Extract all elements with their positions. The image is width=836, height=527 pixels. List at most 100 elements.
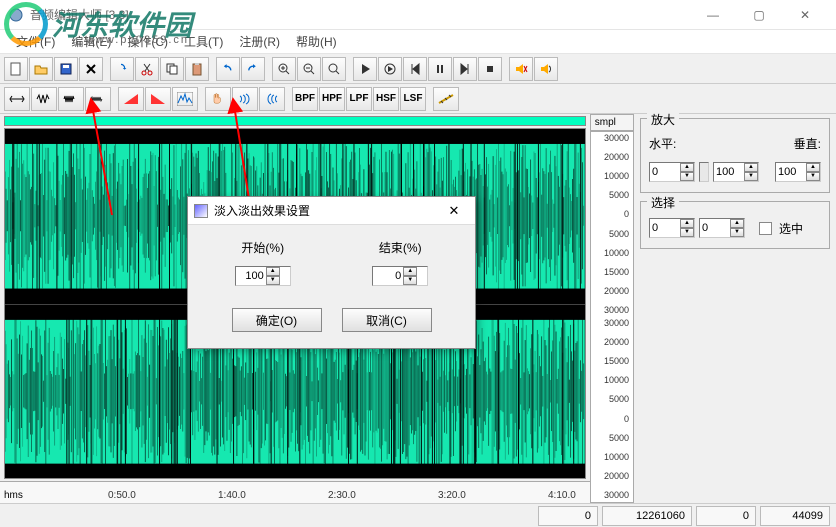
skip-back-button[interactable] — [403, 57, 427, 81]
spin-up-icon[interactable]: ▲ — [403, 267, 417, 276]
new-button[interactable] — [4, 57, 28, 81]
spin-down-icon[interactable]: ▼ — [680, 228, 694, 237]
horiz-zoom-max[interactable]: ▲▼ — [713, 162, 759, 182]
effect-reverb-button[interactable] — [259, 87, 285, 111]
delete-button[interactable] — [79, 57, 103, 81]
app-icon — [8, 7, 24, 23]
zoom-fit-button[interactable] — [322, 57, 346, 81]
dialog-close-button[interactable]: ✕ — [439, 203, 469, 219]
spin-down-icon[interactable]: ▼ — [266, 276, 280, 285]
fade-in-button[interactable] — [118, 87, 144, 111]
loop-button[interactable] — [378, 57, 402, 81]
sel-checkbox[interactable] — [759, 222, 772, 235]
sel-to-field[interactable] — [700, 221, 730, 235]
end-input[interactable]: ▲▼ — [372, 266, 428, 286]
filter-hsf-button[interactable]: HSF — [373, 87, 399, 111]
minimize-button[interactable]: — — [690, 0, 736, 30]
overview-bar[interactable] — [4, 116, 586, 126]
amplitude-scale: smpl 30000 20000 10000 5000 0 5000 10000… — [590, 114, 634, 503]
spin-up-icon[interactable]: ▲ — [744, 163, 758, 172]
menu-operate[interactable]: 操作(C) — [119, 30, 176, 53]
scale-tick: 5000 — [595, 230, 629, 239]
start-input[interactable]: ▲▼ — [235, 266, 291, 286]
speaker-button[interactable] — [534, 57, 558, 81]
effect-wave1-button[interactable] — [31, 87, 57, 111]
zoom-out-button[interactable] — [297, 57, 321, 81]
menu-register[interactable]: 注册(R) — [231, 30, 288, 53]
menu-help[interactable]: 帮助(H) — [288, 30, 345, 53]
redo-button[interactable] — [241, 57, 265, 81]
undo2-button[interactable] — [216, 57, 240, 81]
spin-down-icon[interactable]: ▼ — [744, 172, 758, 181]
spin-up-icon[interactable]: ▲ — [266, 267, 280, 276]
spin-up-icon[interactable]: ▲ — [680, 219, 694, 228]
skip-forward-button[interactable] — [453, 57, 477, 81]
vert-sublabel: 垂直: — [794, 135, 821, 152]
horiz-zoom-field[interactable] — [650, 165, 680, 179]
cancel-button[interactable]: 取消(C) — [342, 308, 432, 332]
filter-hpf-button[interactable]: HPF — [319, 87, 345, 111]
scale-tick: 30000 — [595, 306, 629, 315]
window-title: 音频编辑大师 [3.3] — [30, 6, 690, 23]
play-button[interactable] — [353, 57, 377, 81]
sel-from-field[interactable] — [650, 221, 680, 235]
spin-down-icon[interactable]: ▼ — [730, 228, 744, 237]
paste-button[interactable] — [185, 57, 209, 81]
spin-up-icon[interactable]: ▲ — [806, 163, 820, 172]
spin-down-icon[interactable]: ▼ — [806, 172, 820, 181]
status-cell-2: 12261060 — [602, 506, 692, 526]
time-tick: 1:40.0 — [218, 490, 246, 501]
spin-down-icon[interactable]: ▼ — [403, 276, 417, 285]
filter-bpf-button[interactable]: BPF — [292, 87, 318, 111]
sel-checkbox-label: 选中 — [779, 220, 803, 237]
effect-wave2-button[interactable] — [58, 87, 84, 111]
effect-eq-button[interactable] — [433, 87, 459, 111]
end-field[interactable] — [373, 269, 403, 283]
time-tick: 0:50.0 — [108, 490, 136, 501]
status-cell-4: 44099 — [760, 506, 830, 526]
ok-button[interactable]: 确定(O) — [232, 308, 322, 332]
undo-button[interactable] — [110, 57, 134, 81]
cut-button[interactable] — [135, 57, 159, 81]
spin-up-icon[interactable]: ▲ — [730, 219, 744, 228]
menu-edit[interactable]: 编辑(E) — [63, 30, 119, 53]
statusbar: 0 12261060 0 44099 — [0, 503, 836, 527]
sel-from-input[interactable]: ▲▼ — [649, 218, 695, 238]
sel-to-input[interactable]: ▲▼ — [699, 218, 745, 238]
horiz-zoom-max-field[interactable] — [714, 165, 744, 179]
dialog-titlebar[interactable]: 淡入淡出效果设置 ✕ — [188, 197, 475, 225]
time-tick: 3:20.0 — [438, 490, 466, 501]
horiz-zoom-input[interactable]: ▲▼ — [649, 162, 695, 182]
fade-out-button[interactable] — [145, 87, 171, 111]
effect-stretch-button[interactable] — [4, 87, 30, 111]
vert-zoom-field[interactable] — [776, 165, 806, 179]
effect-hand-button[interactable] — [205, 87, 231, 111]
spin-down-icon[interactable]: ▼ — [680, 172, 694, 181]
selection-group: 选择 ▲▼ ▲▼ 选中 — [640, 201, 830, 249]
effect-echo-button[interactable] — [232, 87, 258, 111]
open-button[interactable] — [29, 57, 53, 81]
vert-zoom-input[interactable]: ▲▼ — [775, 162, 821, 182]
effect-env-button[interactable] — [172, 87, 198, 111]
filter-lsf-button[interactable]: LSF — [400, 87, 426, 111]
effect-wave3-button[interactable] — [85, 87, 111, 111]
zoom-in-button[interactable] — [272, 57, 296, 81]
start-field[interactable] — [236, 269, 266, 283]
close-button[interactable]: ✕ — [782, 0, 828, 30]
pause-button[interactable] — [428, 57, 452, 81]
menu-tool[interactable]: 工具(T) — [176, 30, 231, 53]
menu-file[interactable]: 文件(F) — [8, 30, 63, 53]
scale-tick: 30000 — [595, 134, 629, 143]
scale-tick: 5000 — [595, 395, 629, 404]
scale-tick: 15000 — [595, 357, 629, 366]
spin-up-icon[interactable]: ▲ — [680, 163, 694, 172]
speaker-mute-button[interactable] — [509, 57, 533, 81]
copy-button[interactable] — [160, 57, 184, 81]
save-button[interactable] — [54, 57, 78, 81]
stop-button[interactable] — [478, 57, 502, 81]
scale-header: smpl — [590, 114, 634, 131]
scale-tick: 30000 — [595, 319, 629, 328]
filter-lpf-button[interactable]: LPF — [346, 87, 372, 111]
horiz-slider[interactable] — [699, 162, 709, 182]
maximize-button[interactable]: ▢ — [736, 0, 782, 30]
